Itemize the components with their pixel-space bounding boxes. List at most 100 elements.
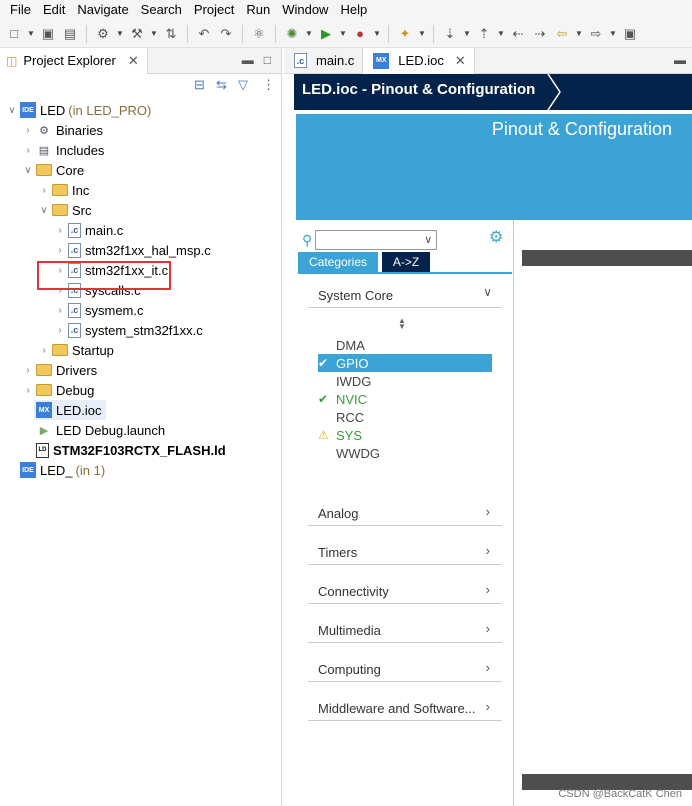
chevron-down-icon[interactable]: ▼	[372, 24, 382, 44]
peripheral-nvic[interactable]: ✔ NVIC	[318, 390, 492, 408]
wand-icon[interactable]: ✦	[395, 24, 415, 44]
next-annotation-icon[interactable]: ⇣	[440, 24, 460, 44]
category-computing[interactable]: Computing ›	[308, 654, 502, 682]
chevron-down-icon[interactable]: ∨	[424, 233, 432, 246]
chevron-down-icon[interactable]: ▼	[149, 24, 159, 44]
maximize-icon[interactable]: □	[264, 53, 271, 67]
chevron-right-icon[interactable]: ›	[54, 245, 66, 256]
chevron-down-icon[interactable]: ▼	[115, 24, 125, 44]
chevron-right-icon[interactable]: ›	[38, 345, 50, 356]
chevron-right-icon[interactable]: ›	[54, 325, 66, 336]
close-icon[interactable]: ✕	[128, 53, 139, 69]
view-menu-icon[interactable]: ⋮	[262, 77, 275, 93]
tree-item-drivers[interactable]: › Drivers	[22, 360, 97, 380]
new-icon[interactable]: □	[4, 24, 24, 44]
undo-icon[interactable]: ↶	[194, 24, 214, 44]
tab-main-c[interactable]: .c main.c	[284, 47, 364, 74]
save-icon[interactable]: ▣	[38, 24, 58, 44]
menu-navigate[interactable]: Navigate	[71, 0, 134, 20]
chevron-down-icon[interactable]: ▼	[462, 24, 472, 44]
perspective-icon[interactable]: ▣	[620, 24, 640, 44]
binary-icon[interactable]: ⇅	[161, 24, 181, 44]
chevron-down-icon[interactable]: ▼	[608, 24, 618, 44]
plugin-icon[interactable]: ⚛	[249, 24, 269, 44]
chevron-down-icon[interactable]: ∨	[6, 105, 18, 116]
tree-item-flash-ld[interactable]: LD STM32F103RCTX_FLASH.ld	[34, 440, 226, 460]
chevron-right-icon[interactable]: ›	[486, 504, 490, 519]
chevron-right-icon[interactable]: ›	[22, 145, 34, 156]
tree-item-led[interactable]: ∨ IDE LED (in LED_PRO)	[6, 100, 151, 120]
link-editor-icon[interactable]: ⇆	[216, 77, 227, 93]
tree-item-core[interactable]: ∨ Core	[22, 160, 84, 180]
menu-run[interactable]: Run	[240, 0, 276, 20]
chevron-down-icon[interactable]: ▼	[338, 24, 348, 44]
menu-file[interactable]: File	[4, 0, 37, 20]
minimize-icon[interactable]: ▬	[674, 53, 686, 67]
chevron-down-icon[interactable]: ∨	[22, 165, 34, 176]
peripheral-rcc[interactable]: RCC	[318, 408, 492, 426]
category-multimedia[interactable]: Multimedia ›	[308, 615, 502, 643]
peripheral-iwdg[interactable]: IWDG	[318, 372, 492, 390]
category-connectivity[interactable]: Connectivity ›	[308, 576, 502, 604]
chevron-right-icon[interactable]: ›	[54, 305, 66, 316]
chevron-right-icon[interactable]: ›	[486, 621, 490, 636]
collapse-all-icon[interactable]: ⊟	[194, 77, 205, 93]
chevron-down-icon[interactable]: ▼	[496, 24, 506, 44]
tab-a-z[interactable]: A->Z	[382, 252, 430, 272]
chevron-down-icon[interactable]: ▼	[26, 24, 36, 44]
chevron-down-icon[interactable]: ▼	[417, 24, 427, 44]
menu-search[interactable]: Search	[135, 0, 188, 20]
tree-item-hal-msp[interactable]: › .c stm32f1xx_hal_msp.c	[54, 240, 211, 260]
settings-icon[interactable]: ⚙	[93, 24, 113, 44]
category-timers[interactable]: Timers ›	[308, 537, 502, 565]
redo-icon[interactable]: ↷	[216, 24, 236, 44]
tree-item-src[interactable]: ∨ Src	[38, 200, 91, 220]
peripheral-gpio[interactable]: ✔ GPIO	[318, 354, 492, 372]
chevron-right-icon[interactable]: ›	[22, 125, 34, 136]
menu-project[interactable]: Project	[188, 0, 240, 20]
chevron-right-icon[interactable]: ›	[38, 185, 50, 196]
tree-item-debug-launch[interactable]: ▶ LED Debug.launch	[34, 420, 165, 440]
pinout-canvas[interactable]: CSDN @BackCatK Chen	[522, 220, 692, 806]
chevron-right-icon[interactable]: ›	[486, 543, 490, 558]
tree-item-led-underscore[interactable]: IDE LED_ (in 1)	[18, 460, 105, 480]
filter-icon[interactable]: ▽	[238, 77, 248, 93]
tree-item-startup[interactable]: › Startup	[38, 340, 114, 360]
tab-project-explorer[interactable]: ◫ Project Explorer ✕	[0, 47, 148, 74]
chevron-down-icon[interactable]: ∨	[38, 205, 50, 216]
tree-item-main-c[interactable]: › .c main.c	[54, 220, 123, 240]
build-hammer-icon[interactable]: ⚒	[127, 24, 147, 44]
menu-window[interactable]: Window	[276, 0, 334, 20]
close-icon[interactable]: ✕	[455, 53, 466, 69]
chevron-right-icon[interactable]: ›	[486, 660, 490, 675]
forward-icon[interactable]: ⇨	[586, 24, 606, 44]
system-core-header[interactable]: System Core ∨	[308, 280, 502, 308]
peripheral-sys[interactable]: ⚠ SYS	[318, 426, 492, 444]
category-analog[interactable]: Analog ›	[308, 498, 502, 526]
tree-item-sysmem[interactable]: › .c sysmem.c	[54, 300, 144, 320]
chevron-right-icon[interactable]: ›	[486, 699, 490, 714]
tree-item-binaries[interactable]: › ⚙ Binaries	[22, 120, 103, 140]
category-middleware[interactable]: Middleware and Software... ›	[308, 693, 502, 721]
tree-item-system-stm32f1xx[interactable]: › .c system_stm32f1xx.c	[54, 320, 203, 340]
chevron-right-icon[interactable]: ›	[54, 225, 66, 236]
tree-item-led-ioc[interactable]: MX LED.ioc	[34, 400, 106, 420]
forward-edit-icon[interactable]: ⇢	[530, 24, 550, 44]
menu-help[interactable]: Help	[334, 0, 373, 20]
save-all-icon[interactable]: ▤	[60, 24, 80, 44]
chevron-down-icon[interactable]: ∨	[483, 285, 492, 299]
chevron-down-icon[interactable]: ▼	[574, 24, 584, 44]
tree-item-inc[interactable]: › Inc	[38, 180, 89, 200]
tree-item-includes[interactable]: › ▤ Includes	[22, 140, 104, 160]
prev-annotation-icon[interactable]: ⇡	[474, 24, 494, 44]
run-icon[interactable]: ▶	[316, 24, 336, 44]
chevron-right-icon[interactable]: ›	[22, 385, 34, 396]
debug-icon[interactable]: ✺	[282, 24, 302, 44]
tab-categories[interactable]: Categories	[298, 252, 378, 272]
back-icon[interactable]: ⇦	[552, 24, 572, 44]
peripheral-wwdg[interactable]: WWDG	[318, 444, 492, 462]
chevron-down-icon[interactable]: ▼	[304, 24, 314, 44]
search-input[interactable]: ∨	[315, 230, 438, 250]
peripheral-dma[interactable]: DMA	[318, 336, 492, 354]
minimize-icon[interactable]: ▬	[242, 53, 254, 67]
